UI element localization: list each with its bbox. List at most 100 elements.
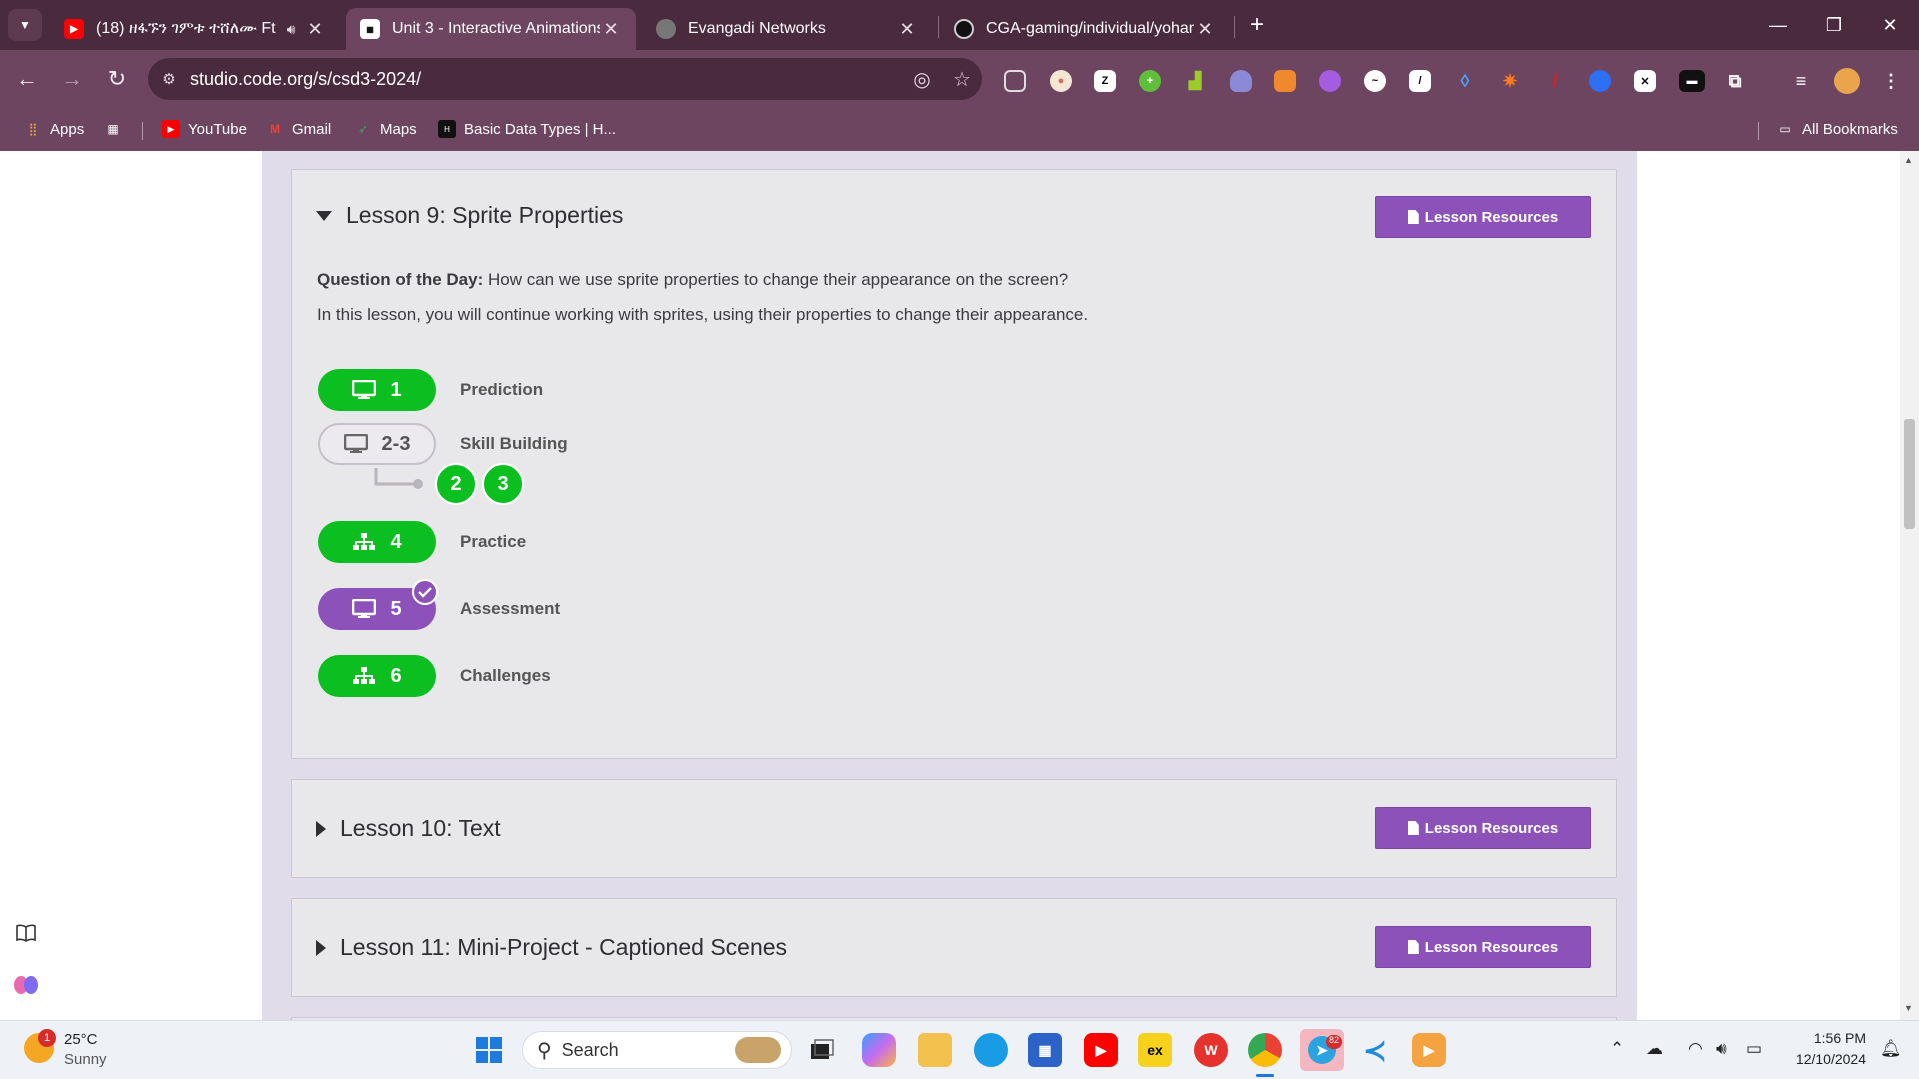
tab-github[interactable]: CGA-gaming/individual/yohann ✕ — [940, 8, 1230, 50]
weather-desc[interactable]: Sunny — [64, 1051, 107, 1068]
wps-office-icon[interactable]: W — [1194, 1033, 1228, 1067]
tab-unit3[interactable]: ▦ Unit 3 - Interactive Animations ✕ — [346, 8, 636, 50]
weather-temp[interactable]: 25°C — [64, 1031, 98, 1048]
bookmark-apps[interactable]: ⣿ Apps — [24, 117, 85, 141]
windows-start-icon[interactable] — [472, 1033, 506, 1067]
media-queue-icon[interactable]: ≡ — [1790, 70, 1812, 92]
notifications-icon[interactable]: 🔔︎ — [1880, 1039, 1902, 1059]
level-button-2-3[interactable]: 2-3 — [318, 423, 436, 465]
extension-icon[interactable] — [1004, 70, 1026, 92]
scroll-thumb[interactable] — [1904, 419, 1915, 529]
bookmark-gmail[interactable]: M Gmail — [266, 117, 331, 141]
onedrive-icon[interactable]: ☁ — [1646, 1039, 1663, 1059]
lesson-card-10: Lesson 10: Text Lesson Resources — [291, 779, 1617, 878]
bookmark-tab-groups[interactable]: ▦ — [104, 117, 130, 141]
lesson-resources-button[interactable]: Lesson Resources — [1375, 807, 1591, 849]
lesson-11-toggle[interactable]: Lesson 11: Mini-Project - Captioned Scen… — [316, 934, 787, 961]
eye-slash-icon[interactable]: ◎ — [902, 67, 942, 92]
star-icon[interactable]: ☆ — [942, 67, 982, 92]
more-menu-icon[interactable]: ⋮ — [1880, 70, 1902, 92]
edge-icon[interactable] — [974, 1033, 1008, 1067]
task-view-icon[interactable] — [805, 1033, 839, 1067]
restore-icon[interactable]: ❐ — [1811, 8, 1857, 42]
extension-icon[interactable]: ● — [1050, 70, 1072, 92]
extension-icon[interactable]: ▬ — [1679, 70, 1705, 92]
extension-icon[interactable]: + — [1139, 70, 1161, 92]
extension-icon[interactable] — [1589, 70, 1611, 92]
bookmark-maps[interactable]: ➶ Maps — [354, 117, 417, 141]
extension-icon[interactable]: ✷ — [1499, 70, 1521, 92]
extension-icon[interactable] — [1274, 70, 1296, 92]
maps-icon: ➶ — [357, 122, 369, 136]
wifi-icon[interactable]: ◠ — [1688, 1039, 1703, 1059]
lesson-9-toggle[interactable]: Lesson 9: Sprite Properties — [316, 202, 623, 229]
puzzle-icon[interactable]: ⧉ — [1724, 70, 1746, 92]
extension-icon[interactable]: Z — [1094, 70, 1116, 92]
reading-mode-icon[interactable] — [10, 917, 42, 949]
extension-icon[interactable]: ~ — [1364, 70, 1386, 92]
scroll-down-icon[interactable]: ▼ — [1904, 1003, 1913, 1013]
extension-icon[interactable] — [1230, 70, 1252, 92]
scroll-up-icon[interactable]: ▲ — [1904, 155, 1913, 165]
chrome-icon[interactable] — [1248, 1033, 1282, 1067]
minimize-icon[interactable]: — — [1755, 8, 1801, 42]
sublevel-bubble[interactable]: 2 — [435, 463, 477, 505]
file-explorer-icon[interactable] — [918, 1033, 952, 1067]
bookmark-basic-data-types[interactable]: H Basic Data Types | H... — [438, 117, 616, 141]
document-icon — [1407, 210, 1419, 224]
level-label: Prediction — [460, 380, 544, 399]
new-tab-button[interactable]: + — [1242, 10, 1272, 40]
extension-icon[interactable]: ▟ — [1184, 70, 1206, 92]
clock-date[interactable]: 12/10/2024 — [1776, 1051, 1866, 1067]
close-icon[interactable]: ✕ — [1194, 19, 1216, 40]
tab-search-button[interactable]: ▼ — [8, 9, 42, 41]
ex-app-icon[interactable]: ex — [1138, 1033, 1172, 1067]
lesson-resources-button[interactable]: Lesson Resources — [1375, 926, 1591, 968]
taskbar-search[interactable]: ⚲ Search — [522, 1031, 792, 1069]
url-text[interactable]: studio.code.org/s/csd3-2024/ — [190, 69, 902, 90]
back-button[interactable]: ← — [10, 62, 44, 96]
lesson-10-toggle[interactable]: Lesson 10: Text — [316, 815, 501, 842]
vscode-icon[interactable]: ≺ — [1358, 1033, 1392, 1067]
level-button-4[interactable]: 4 — [318, 521, 436, 563]
extension-icon[interactable] — [1319, 70, 1341, 92]
bookmark-all[interactable]: ▭ All Bookmarks — [1776, 117, 1898, 141]
lesson-resources-button[interactable]: Lesson Resources — [1375, 196, 1591, 238]
page-scrollbar[interactable]: ▲ ▼ — [1900, 151, 1919, 1020]
gmail-icon: M — [270, 122, 280, 136]
brain-extension-icon[interactable] — [10, 969, 42, 1001]
tab-youtube[interactable]: ▶ (18) ዘፋኙን ገምቱ ተሸለሙ Ft Je 🔊︎ ✕ — [50, 8, 340, 50]
copilot-icon[interactable] — [862, 1033, 896, 1067]
level-button-6[interactable]: 6 — [318, 655, 436, 697]
youtube-app-icon[interactable]: ▶ — [1084, 1033, 1118, 1067]
clock-time[interactable]: 1:56 PM — [1776, 1030, 1866, 1046]
sublevel-bubble[interactable]: 3 — [482, 463, 524, 505]
address-bar[interactable]: ⚙ studio.code.org/s/csd3-2024/ ◎ ☆ — [148, 58, 982, 100]
close-window-icon[interactable]: ✕ — [1867, 8, 1913, 42]
reload-button[interactable]: ↻ — [100, 62, 134, 96]
speaker-icon[interactable]: 🔊︎ — [278, 21, 304, 38]
store-icon[interactable]: ▦ — [1028, 1033, 1062, 1067]
monitor-icon — [343, 434, 368, 454]
hierarchy-icon — [352, 666, 376, 686]
extension-icon[interactable]: ◊ — [1454, 70, 1476, 92]
forward-button[interactable]: → — [55, 62, 89, 96]
media-player-icon[interactable]: ▶ — [1412, 1033, 1446, 1067]
volume-icon[interactable]: 🔊︎ — [1716, 1039, 1727, 1059]
close-icon[interactable]: ✕ — [600, 19, 622, 40]
battery-icon[interactable]: ▭ — [1746, 1039, 1762, 1059]
close-icon[interactable]: ✕ — [304, 19, 326, 40]
tab-evangadi[interactable]: Evangadi Networks ✕ — [642, 8, 932, 50]
site-info-icon[interactable]: ⚙ — [148, 70, 190, 88]
avatar[interactable] — [1834, 68, 1860, 94]
level-button-1[interactable]: 1 — [318, 369, 436, 411]
document-icon — [1407, 821, 1419, 835]
extension-icon[interactable]: / — [1544, 70, 1566, 92]
bookmark-divider — [142, 122, 143, 140]
chevron-up-icon[interactable]: ⌃ — [1610, 1039, 1624, 1059]
extension-icon[interactable]: / — [1409, 70, 1431, 92]
close-icon[interactable]: ✕ — [896, 19, 918, 40]
bookmark-youtube[interactable]: ▶ YouTube — [162, 117, 247, 141]
apps-grid-icon: ⣿ — [28, 122, 38, 136]
extension-icon[interactable]: ✕ — [1634, 70, 1656, 92]
